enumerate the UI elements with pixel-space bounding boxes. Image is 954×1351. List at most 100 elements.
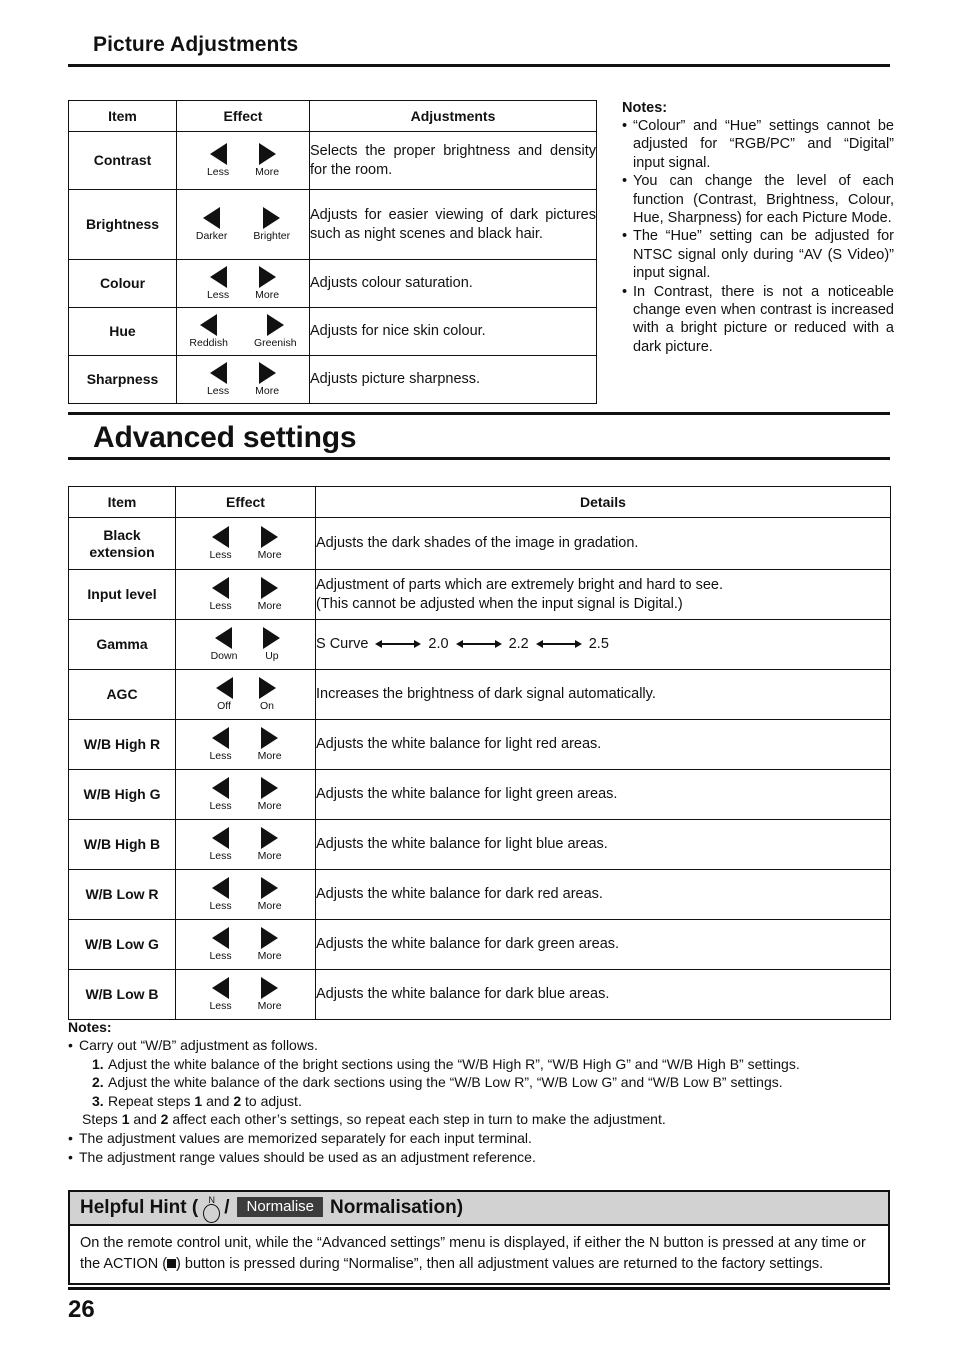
note-item: • The adjustment values are memorized sep… bbox=[68, 1129, 892, 1148]
picture-adjustments-table: Item Effect Adjustments Contrast Less More… bbox=[68, 100, 597, 404]
decrease-control[interactable]: Less bbox=[207, 362, 229, 397]
item-cell: Contrast bbox=[68, 131, 177, 190]
increase-control[interactable]: More bbox=[258, 827, 282, 862]
double-arrow-icon bbox=[455, 638, 502, 650]
arrow-right-icon bbox=[266, 314, 284, 337]
page-title: Picture Adjustments bbox=[93, 33, 299, 56]
increase-control[interactable]: Brighter bbox=[253, 207, 290, 242]
arrow-right-icon bbox=[261, 526, 279, 549]
arrow-left-icon bbox=[209, 266, 227, 289]
detail-cell: S Curve 2.0 2.2 2.5 bbox=[315, 619, 891, 670]
detail-cell: Adjusts picture sharpness. bbox=[309, 355, 597, 404]
increase-control[interactable]: More bbox=[258, 977, 282, 1012]
table-row: W/B High G Less More Adjusts the white bala… bbox=[68, 769, 891, 820]
note-text: “Colour” and “Hue” settings cannot be ad… bbox=[633, 118, 894, 171]
advanced-settings-title: Advanced settings bbox=[93, 421, 357, 454]
decrease-control[interactable]: Less bbox=[207, 266, 229, 301]
table-row: Contrast Less More Selects the proper brigh… bbox=[68, 131, 597, 190]
increase-control[interactable]: More bbox=[258, 877, 282, 912]
arrow-left-icon bbox=[209, 362, 227, 385]
increase-control[interactable]: More bbox=[258, 526, 282, 561]
item-cell: Colour bbox=[68, 259, 177, 308]
arrow-label: Less bbox=[206, 289, 230, 302]
increase-control[interactable]: More bbox=[258, 727, 282, 762]
decrease-control[interactable]: Less bbox=[209, 727, 232, 762]
arrow-label: On bbox=[259, 700, 274, 713]
effect-cell: Less More bbox=[176, 131, 310, 190]
increase-control[interactable]: On bbox=[258, 677, 276, 713]
decrease-control[interactable]: Less bbox=[207, 143, 229, 178]
effect-cell: Less More bbox=[175, 819, 316, 870]
arrow-label: Greenish bbox=[253, 337, 297, 350]
arrow-label: Down bbox=[210, 650, 238, 663]
decrease-control[interactable]: Down bbox=[210, 627, 238, 663]
table-row: AGC Off On Increases the brightness of dark… bbox=[68, 669, 891, 720]
double-arrow-icon bbox=[535, 638, 582, 650]
increase-control[interactable]: Up bbox=[263, 627, 281, 663]
effect-cell: Less More bbox=[175, 569, 316, 620]
increase-control[interactable]: More bbox=[255, 143, 279, 178]
arrow-label: Less bbox=[206, 166, 230, 179]
arrow-label: More bbox=[257, 950, 282, 963]
arrow-left-icon bbox=[215, 627, 233, 650]
note-step: 2. Adjust the white balance of the dark s… bbox=[68, 1073, 892, 1092]
title-rule bbox=[68, 64, 890, 67]
gamma-scale: S Curve 2.0 2.2 2.5 bbox=[316, 635, 890, 654]
circle-icon bbox=[203, 1203, 221, 1223]
column-header-effect: Effect bbox=[176, 100, 310, 132]
arrow-label: Less bbox=[209, 800, 232, 813]
effect-cell: Less More bbox=[175, 769, 316, 820]
effect-cell: Less More bbox=[175, 719, 316, 770]
decrease-control[interactable]: Reddish bbox=[189, 314, 228, 349]
arrow-label: More bbox=[257, 850, 282, 863]
item-cell: Black extension bbox=[68, 517, 176, 570]
effect-cell: Off On bbox=[175, 669, 316, 720]
steps-note-text: Steps 1 and 2 affect each other’s settin… bbox=[82, 1111, 666, 1128]
effect-cell: Less More bbox=[175, 969, 316, 1020]
decrease-control[interactable]: Less bbox=[209, 927, 232, 962]
table-row: W/B High B Less More Adjusts the white bala… bbox=[68, 819, 891, 870]
decrease-control[interactable]: Less bbox=[209, 827, 232, 862]
increase-control[interactable]: More bbox=[255, 266, 279, 301]
gamma-value: 2.5 bbox=[588, 636, 609, 653]
table-row: Sharpness Less More Adjusts picture sharpne… bbox=[68, 355, 597, 404]
item-cell: W/B High G bbox=[68, 769, 176, 820]
bullet-icon: • bbox=[68, 1037, 73, 1053]
arrow-label: Less bbox=[209, 600, 232, 613]
arrow-label: More bbox=[257, 900, 282, 913]
note-text: You can change the level of each functio… bbox=[633, 173, 894, 227]
decrease-control[interactable]: Less bbox=[209, 577, 232, 613]
note-text: The adjustment range values should be us… bbox=[79, 1148, 536, 1165]
increase-control[interactable]: Greenish bbox=[254, 314, 297, 349]
decrease-control[interactable]: Less bbox=[209, 977, 232, 1012]
bullet-icon: • bbox=[622, 118, 628, 134]
decrease-control[interactable]: Off bbox=[215, 677, 233, 712]
bullet-icon: • bbox=[622, 283, 628, 300]
steps-note: Steps 1 and 2 affect each other’s settin… bbox=[68, 1110, 892, 1129]
increase-control[interactable]: More bbox=[258, 927, 282, 962]
page-number: 26 bbox=[68, 1296, 95, 1323]
decrease-control[interactable]: Darker bbox=[196, 207, 227, 242]
increase-control[interactable]: More bbox=[255, 362, 279, 397]
item-cell: W/B High B bbox=[68, 819, 176, 870]
arrow-right-icon bbox=[258, 362, 276, 385]
table-row: Black extension Less More Adjusts the dark … bbox=[68, 517, 891, 570]
advanced-settings-notes: Notes: • Carry out “W/B” adjustment as f… bbox=[68, 1019, 892, 1166]
arrow-left-icon bbox=[212, 877, 230, 900]
increase-control[interactable]: More bbox=[258, 577, 282, 612]
decrease-control[interactable]: Less bbox=[209, 877, 232, 912]
table-row: W/B Low R Less More Adjusts the white balan… bbox=[68, 869, 891, 920]
decrease-control[interactable]: Less bbox=[209, 526, 232, 561]
detail-cell: Increases the brightness of dark signal … bbox=[315, 669, 891, 720]
note-step: 1. Adjust the white balance of the bright… bbox=[68, 1055, 892, 1074]
effect-cell: Down Up bbox=[175, 619, 316, 670]
note-item: • In Contrast, there is not a noticeable … bbox=[622, 283, 894, 357]
column-header-details: Details bbox=[315, 486, 891, 518]
increase-control[interactable]: More bbox=[258, 777, 282, 812]
table-row: W/B High R Less More Adjusts the white bala… bbox=[68, 719, 891, 770]
column-header-item: Item bbox=[68, 100, 177, 132]
decrease-control[interactable]: Less bbox=[209, 777, 232, 813]
hint-body-part2: ) button is pressed during “Normalise”, … bbox=[176, 1255, 824, 1272]
note-lead: • Carry out “W/B” adjustment as follows. bbox=[68, 1037, 318, 1053]
arrow-label: Up bbox=[265, 650, 279, 663]
